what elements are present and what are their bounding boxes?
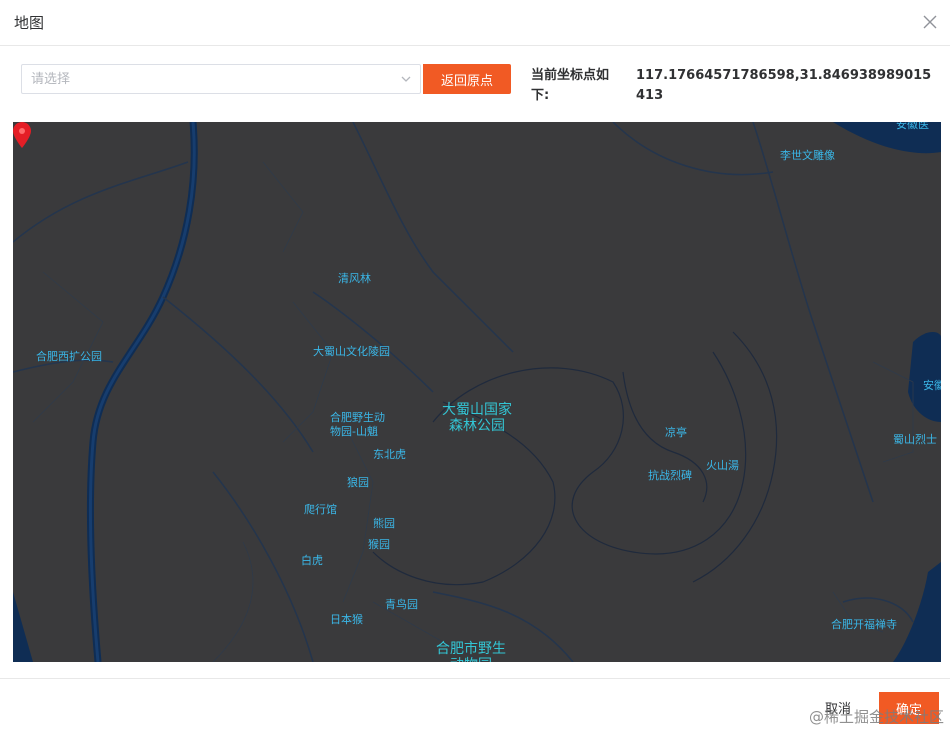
close-icon: [923, 15, 937, 29]
poi-label: 李世文雕像: [780, 149, 835, 162]
coordinate-value: 117.17664571786598,31.846938989015413: [636, 68, 932, 103]
poi-label: 凉亭: [665, 426, 687, 439]
poi-label: 合肥西扩公园: [36, 350, 102, 363]
map-roads: [13, 122, 941, 662]
poi-label: 清风林: [338, 272, 371, 285]
chevron-down-icon: [401, 76, 411, 82]
park-label: 大蜀山国家森林公园: [442, 402, 512, 434]
location-select[interactable]: [21, 64, 421, 94]
zoo-label: 合肥市野生动物园: [436, 641, 506, 662]
poi-label: 猴园: [368, 538, 390, 551]
watermark: @稀土掘金技术社区: [808, 708, 944, 726]
coordinate-label: 当前坐标点如下:: [531, 68, 610, 103]
poi-label: 白虎: [301, 554, 323, 567]
dialog-title: 地图: [14, 14, 45, 32]
poi-label: 日本猴: [330, 613, 363, 626]
poi-label: 安徽医: [896, 122, 929, 131]
toolbar: 返回原点 当前坐标点如下: 117.17664571786598,31.8469…: [0, 46, 950, 122]
map-pin-icon[interactable]: [13, 122, 31, 148]
map-view[interactable]: 李世文雕像 清风林 合肥西扩公园 大蜀山文化陵园 合肥野生动物园-山魈 东北虎 …: [13, 122, 941, 662]
poi-label: 火山湯: [706, 459, 739, 472]
poi-label: 青鸟园: [385, 598, 418, 611]
location-select-input[interactable]: [22, 65, 391, 93]
poi-label: 合肥开福禅寺: [831, 618, 897, 631]
poi-label: 大蜀山文化陵园: [313, 345, 390, 358]
poi-label: 东北虎: [373, 448, 406, 461]
poi-label: 蜀山烈士: [893, 433, 937, 446]
poi-label: 熊园: [373, 517, 395, 530]
close-button[interactable]: [920, 12, 940, 32]
return-origin-button[interactable]: 返回原点: [423, 64, 511, 94]
dialog-header: 地图: [0, 0, 950, 46]
poi-label: 爬行馆: [304, 503, 337, 516]
poi-label: 安徽: [923, 379, 941, 392]
poi-label: 合肥野生动物园-山魈: [330, 411, 385, 438]
poi-label: 狼园: [347, 476, 369, 489]
poi-label: 抗战烈碑: [648, 469, 692, 482]
dialog-footer: 取消 确定 @稀土掘金技术社区: [0, 678, 950, 733]
